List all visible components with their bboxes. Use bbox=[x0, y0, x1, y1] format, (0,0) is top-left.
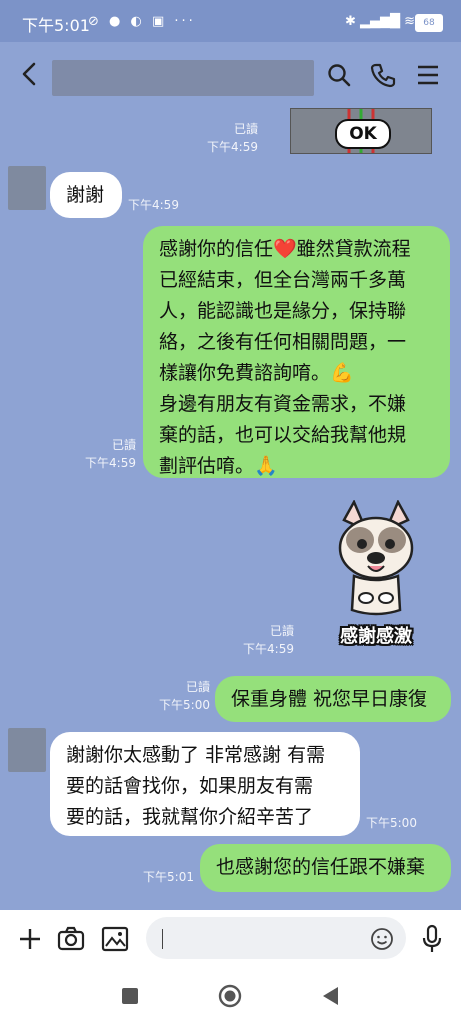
message-bubble-outgoing[interactable]: 保重身體 祝您早日康復 bbox=[215, 676, 451, 722]
read-receipt: 已讀 bbox=[233, 122, 258, 136]
read-receipt: 已讀 bbox=[269, 624, 294, 638]
plus-icon[interactable] bbox=[18, 927, 42, 951]
emoji-icon[interactable] bbox=[370, 927, 394, 951]
status-bar: 下午5:01 ⊘ ● ◐ ▣ ··· ✱ ▂▄▆█ ≋ 68 bbox=[0, 0, 461, 42]
message-text: 也感謝您的信任跟不嫌棄 bbox=[216, 856, 426, 878]
chat-header bbox=[0, 42, 461, 108]
message-text: 謝謝 bbox=[66, 184, 105, 206]
home-icon[interactable] bbox=[218, 984, 242, 1008]
message-meta: 已讀 下午4:59 bbox=[200, 120, 258, 156]
message-line: 已經結束，但全台灣兩千多萬 bbox=[159, 269, 407, 291]
phone-icon[interactable] bbox=[370, 62, 396, 88]
chat-title-redacted[interactable] bbox=[52, 60, 314, 96]
message-line: 要的話會找你，如果朋友有需 bbox=[66, 775, 314, 797]
message-bubble-incoming[interactable]: 謝謝你太感動了 非常感謝 有需 要的話會找你，如果朋友有需 要的話，我就幫你介紹… bbox=[50, 732, 360, 836]
avatar[interactable] bbox=[8, 728, 46, 772]
message-meta: 已讀 下午4:59 bbox=[234, 622, 294, 658]
battery-icon: 68 bbox=[415, 14, 443, 32]
message-time: 下午4:59 bbox=[207, 140, 258, 154]
message-line: 樣讓你免費諮詢唷。💪 bbox=[159, 362, 354, 384]
text-caret bbox=[162, 929, 163, 949]
message-input[interactable] bbox=[146, 917, 406, 959]
system-nav-bar bbox=[0, 968, 461, 1024]
message-input-bar bbox=[0, 910, 461, 968]
message-line: 謝謝你太感動了 非常感謝 有需 bbox=[66, 744, 326, 766]
camera-icon[interactable] bbox=[57, 926, 85, 952]
notification-icons: ⊘ ● ◐ ▣ ··· bbox=[88, 14, 196, 29]
microphone-icon[interactable] bbox=[421, 924, 443, 954]
message-text: 保重身體 祝您早日康復 bbox=[231, 688, 428, 710]
status-time: 下午5:01 bbox=[22, 16, 90, 35]
message-line: 人，能認識也是緣分，保持聯 bbox=[159, 300, 407, 322]
message-bubble-outgoing[interactable]: 感謝你的信任❤️雖然貸款流程 已經結束，但全台灣兩千多萬 人，能認識也是緣分，保… bbox=[143, 226, 450, 478]
read-receipt: 已讀 bbox=[111, 438, 136, 452]
back-triangle-icon[interactable] bbox=[320, 985, 340, 1007]
dog-sticker-caption: 感謝感激 bbox=[340, 626, 412, 647]
ok-sticker-text: OK bbox=[335, 119, 391, 149]
message-time: 下午4:59 bbox=[128, 198, 179, 212]
menu-icon[interactable] bbox=[416, 62, 440, 88]
message-line: 感謝你的信任❤️雖然貸款流程 bbox=[159, 238, 411, 260]
read-receipt: 已讀 bbox=[185, 680, 210, 694]
message-line: 絡，之後有任何相關問題，一 bbox=[159, 331, 407, 353]
message-time: 下午5:00 bbox=[366, 816, 417, 830]
ok-sticker[interactable]: OK bbox=[290, 108, 432, 154]
message-time: 下午5:01 bbox=[143, 870, 194, 884]
message-bubble-incoming[interactable]: 謝謝 bbox=[50, 172, 122, 218]
avatar[interactable] bbox=[8, 166, 46, 210]
recents-icon[interactable] bbox=[120, 986, 140, 1006]
message-bubble-outgoing[interactable]: 也感謝您的信任跟不嫌棄 bbox=[200, 844, 451, 892]
message-meta: 已讀 下午4:59 bbox=[80, 436, 136, 472]
image-icon[interactable] bbox=[101, 926, 129, 952]
message-line: 身邊有朋友有資金需求，不嫌 bbox=[159, 393, 407, 415]
message-time: 下午4:59 bbox=[243, 642, 294, 656]
message-time: 下午4:59 bbox=[85, 456, 136, 470]
search-icon[interactable] bbox=[326, 62, 352, 88]
signal-wifi-icons: ✱ ▂▄▆█ ≋ bbox=[344, 14, 415, 29]
message-line: 劃評估唷。🙏 bbox=[159, 455, 278, 477]
back-arrow-icon[interactable] bbox=[18, 60, 42, 88]
message-time: 下午5:00 bbox=[159, 698, 210, 712]
chat-area[interactable]: OK 已讀 下午4:59 謝謝 下午4:59 感謝你的信任❤️雖然貸款流程 已經… bbox=[0, 108, 461, 910]
message-line: 要的話，我就幫你介紹辛苦了 bbox=[66, 806, 314, 828]
message-line: 棄的話，也可以交給我幫他規 bbox=[159, 424, 407, 446]
message-meta: 已讀 下午5:00 bbox=[150, 678, 210, 714]
